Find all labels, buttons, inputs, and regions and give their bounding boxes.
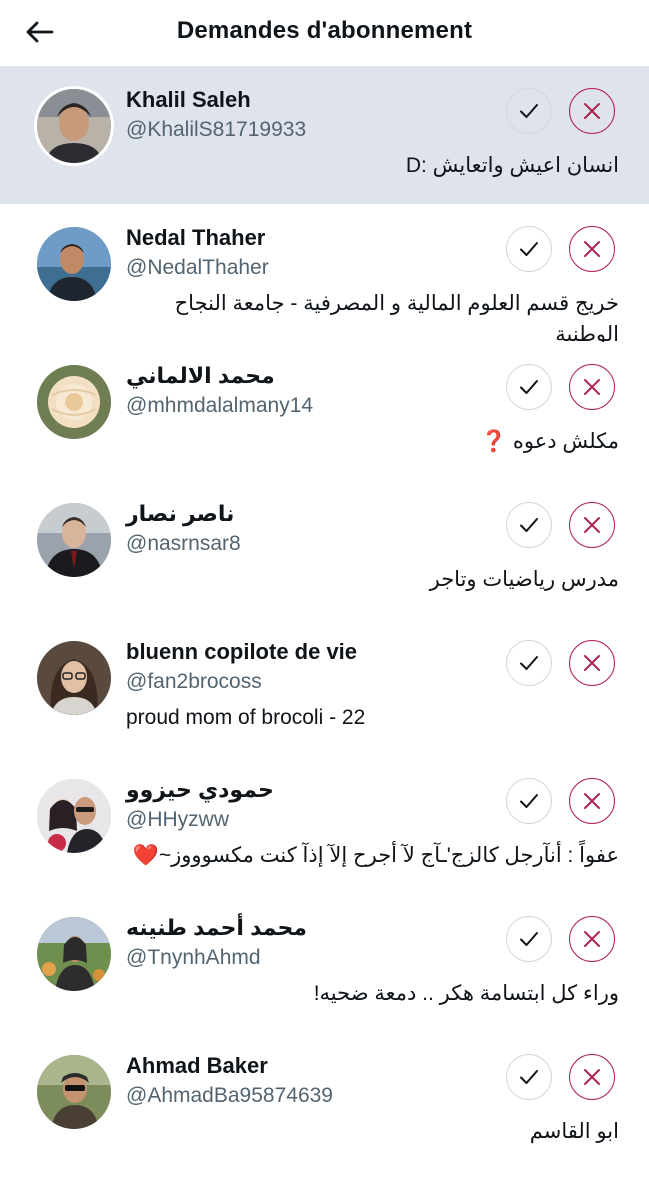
accept-button[interactable] (506, 640, 552, 686)
follow-requests-list: Khalil Saleh @KhalilS81719933 انسان اعيش… (0, 66, 649, 1170)
close-icon (584, 1069, 600, 1085)
username: @mhmdalalmany14 (126, 394, 314, 417)
avatar[interactable] (34, 224, 114, 304)
decline-button[interactable] (569, 640, 615, 686)
avatar[interactable] (34, 914, 114, 994)
checkmark-icon (520, 380, 538, 394)
decline-button[interactable] (569, 502, 615, 548)
avatar[interactable] (34, 776, 114, 856)
display-name: ناصر نصار (126, 501, 235, 526)
bio: انسان اعيش واتعايش :D (405, 154, 619, 177)
page-title: Demandes d'abonnement (176, 17, 473, 44)
decline-button[interactable] (569, 226, 615, 272)
close-icon (584, 793, 600, 809)
username: @AhmadBa95874639 (126, 1084, 333, 1107)
avatar[interactable] (34, 86, 114, 166)
follow-request-row[interactable]: Khalil Saleh @KhalilS81719933 انسان اعيش… (0, 66, 649, 204)
checkmark-icon (520, 242, 538, 256)
checkmark-icon (520, 794, 538, 808)
top-bar: Demandes d'abonnement (0, 0, 649, 64)
accept-button[interactable] (506, 364, 552, 410)
checkmark-icon (520, 656, 538, 670)
avatar[interactable] (34, 638, 114, 718)
bio: proud mom of brocoli - 22 (126, 706, 366, 729)
checkmark-icon (520, 518, 538, 532)
close-icon (584, 103, 600, 119)
username: @nasrnsar8 (126, 532, 241, 555)
display-name: Ahmad Baker (126, 1053, 268, 1078)
display-name: محمد أحمد طنينه (126, 915, 308, 940)
bio: عفواً : أنآرجل كالزج'ـآج لآ أجرح إلآ إذآ… (132, 844, 619, 867)
accept-button[interactable] (506, 88, 552, 134)
username: @TnynhAhmd (126, 946, 261, 969)
display-name: محمد الالماني (126, 363, 275, 388)
display-name: Nedal Thaher (126, 225, 266, 250)
checkmark-icon (520, 104, 538, 118)
checkmark-icon (520, 932, 538, 946)
bio: مدرس رياضيات وتاجر (429, 568, 619, 591)
username: @NedalThaher (126, 256, 269, 279)
close-icon (584, 931, 600, 947)
display-name: حمودي حيزوو (126, 777, 274, 802)
follow-request-row[interactable]: حمودي حيزوو @HHyzww عفواً : أنآرجل كالزج… (0, 756, 649, 894)
accept-button[interactable] (506, 1054, 552, 1100)
avatar[interactable] (34, 362, 114, 442)
bio: خريج قسم العلوم المالية و المصرفية - جام… (168, 292, 619, 346)
decline-button[interactable] (569, 88, 615, 134)
follow-request-row[interactable]: محمد أحمد طنينه @TnynhAhmd وراء كل ابتسا… (0, 894, 649, 1032)
bio: ابو القاسم (529, 1120, 619, 1143)
follow-request-row[interactable]: bluenn copilote de vie @fan2brocoss prou… (0, 618, 649, 756)
close-icon (584, 241, 600, 257)
avatar[interactable] (34, 1052, 114, 1132)
decline-button[interactable] (569, 778, 615, 824)
avatar[interactable] (34, 500, 114, 580)
checkmark-icon (520, 1070, 538, 1084)
close-icon (584, 517, 600, 533)
bio: مكلش دعوه ❓ (480, 430, 619, 453)
follow-request-row[interactable]: Ahmad Baker @AhmadBa95874639 ابو القاسم (0, 1032, 649, 1170)
bio: وراء كل ابتسامة هكر .. دمعة ضحيه! (313, 982, 619, 1005)
username: @KhalilS81719933 (126, 118, 307, 141)
username: @fan2brocoss (126, 670, 262, 693)
close-icon (584, 655, 600, 671)
close-icon (584, 379, 600, 395)
follow-request-row[interactable]: Nedal Thaher @NedalThaher خريج قسم العلو… (0, 204, 649, 346)
decline-button[interactable] (569, 1054, 615, 1100)
follow-request-row[interactable]: ناصر نصار @nasrnsar8 مدرس رياضيات وتاجر (0, 480, 649, 618)
accept-button[interactable] (506, 226, 552, 272)
accept-button[interactable] (506, 502, 552, 548)
decline-button[interactable] (569, 364, 615, 410)
username: @HHyzww (126, 808, 229, 831)
follow-request-row[interactable]: محمد الالماني @mhmdalalmany14 مكلش دعوه … (0, 342, 649, 480)
decline-button[interactable] (569, 916, 615, 962)
display-name: Khalil Saleh (126, 87, 251, 112)
accept-button[interactable] (506, 916, 552, 962)
accept-button[interactable] (506, 778, 552, 824)
display-name: bluenn copilote de vie (126, 639, 358, 664)
